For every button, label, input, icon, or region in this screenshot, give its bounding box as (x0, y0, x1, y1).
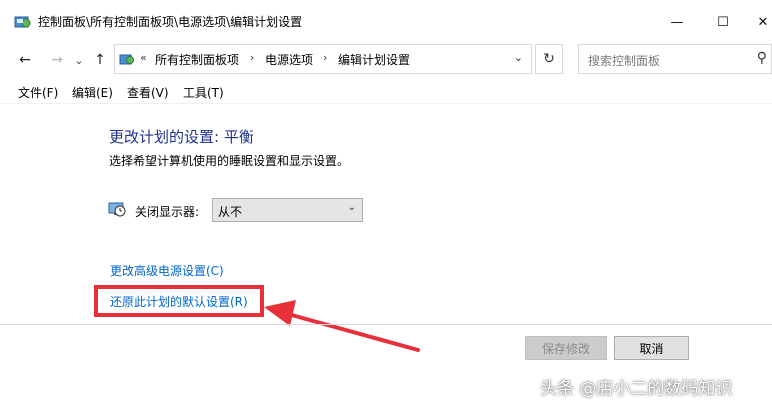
breadcrumb-separator-icon[interactable]: › (323, 51, 327, 64)
breadcrumb-all-items[interactable]: 所有控制面板项 (155, 52, 239, 68)
refresh-button[interactable]: ↻ (535, 44, 563, 74)
back-arrow-icon[interactable]: ← (14, 50, 36, 70)
search-input[interactable]: 搜索控制面板 ⚲ (578, 44, 772, 74)
breadcrumb-separator-icon[interactable]: › (250, 51, 254, 64)
advanced-power-settings-link[interactable]: 更改高级电源设置(C) (110, 262, 224, 279)
up-arrow-icon[interactable]: ↑ (89, 50, 111, 70)
footer-divider (0, 324, 772, 325)
window-title: 控制面板\所有控制面板项\电源选项\编辑计划设置 (38, 15, 303, 29)
cancel-button[interactable]: 取消 (614, 336, 689, 360)
annotation-highlight-box (94, 285, 264, 317)
menu-edit[interactable]: 编辑(E) (72, 86, 113, 100)
breadcrumb-edit-plan[interactable]: 编辑计划设置 (338, 52, 410, 68)
page-title: 更改计划的设置: 平衡 (109, 128, 254, 146)
watermark: 头条 @店小二的数码知识 (540, 379, 733, 399)
monitor-clock-icon (108, 202, 126, 217)
forward-arrow-icon[interactable]: → (46, 50, 68, 70)
address-bar[interactable]: « 所有控制面板项 › 电源选项 › 编辑计划设置 ⌄ (114, 44, 532, 74)
menu-bar: 文件(F) 编辑(E) 查看(V) 工具(T) (0, 82, 772, 104)
save-changes-button[interactable]: 保存修改 (525, 336, 607, 360)
search-icon[interactable]: ⚲ (757, 50, 767, 66)
menu-file[interactable]: 文件(F) (18, 86, 58, 100)
page-subtitle: 选择希望计算机使用的睡眠设置和显示设置。 (109, 154, 350, 168)
turn-off-display-select[interactable]: 从不 ⌄ (212, 198, 363, 222)
breadcrumb-overflow-icon[interactable]: « (140, 51, 147, 64)
control-panel-icon (14, 16, 31, 28)
recent-locations-icon[interactable]: ⌄ (72, 50, 86, 70)
minimize-button[interactable]: — (662, 10, 692, 34)
control-panel-icon (119, 54, 134, 65)
menu-view[interactable]: 查看(V) (127, 86, 169, 100)
turn-off-display-label: 关闭显示器: (135, 205, 200, 219)
refresh-icon: ↻ (543, 51, 555, 67)
maximize-button[interactable]: ☐ (708, 10, 738, 34)
address-dropdown-icon[interactable]: ⌄ (514, 51, 523, 64)
breadcrumb-power-options[interactable]: 电源选项 (265, 52, 313, 68)
chevron-down-icon: ⌄ (347, 202, 356, 213)
turn-off-display-value: 从不 (218, 205, 243, 219)
close-button[interactable]: ✕ (748, 10, 772, 34)
menu-tools[interactable]: 工具(T) (183, 86, 224, 100)
title-bar: 控制面板\所有控制面板项\电源选项\编辑计划设置 — ☐ ✕ (0, 0, 772, 44)
search-placeholder: 搜索控制面板 (588, 54, 661, 68)
